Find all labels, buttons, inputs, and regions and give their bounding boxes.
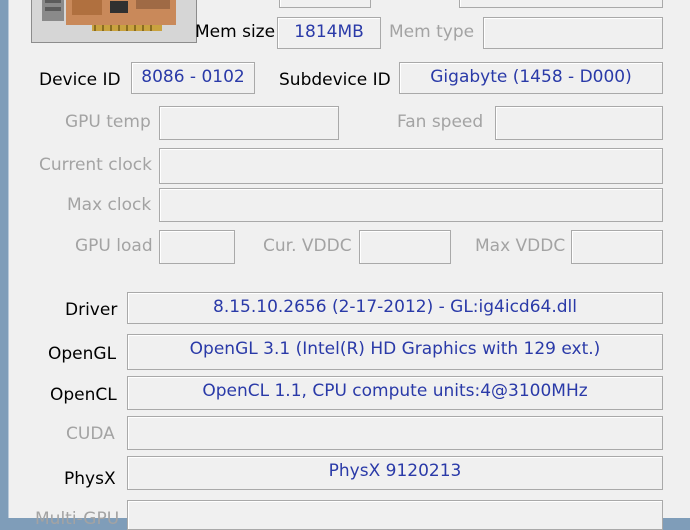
opengl-label: OpenGL xyxy=(48,344,117,364)
current-clock-label: Current clock xyxy=(39,155,152,175)
gpu-temp-field xyxy=(159,106,339,140)
max-vddc-field xyxy=(571,230,663,264)
multi-gpu-label: Multi-GPU xyxy=(35,509,120,529)
opencl-field: OpenCL 1.1, CPU compute units:4@3100MHz xyxy=(127,376,663,410)
driver-label: Driver xyxy=(65,300,118,320)
physx-field: PhysX 9120213 xyxy=(127,456,663,490)
gpu-temp-label: GPU temp xyxy=(65,112,151,132)
gpu-load-label: GPU load xyxy=(75,236,153,256)
opencl-label: OpenCL xyxy=(50,385,117,405)
mem-type-field xyxy=(483,17,663,49)
mem-type-label: Mem type xyxy=(389,22,475,42)
physx-label: PhysX xyxy=(64,469,116,489)
max-vddc-label: Max VDDC xyxy=(475,236,566,256)
cuda-label: CUDA xyxy=(66,424,115,444)
cuda-field xyxy=(127,416,663,450)
cur-vddc-field xyxy=(359,230,451,264)
top-field-1 xyxy=(279,0,371,8)
top-field-2 xyxy=(459,0,663,8)
gpu-load-field xyxy=(159,230,235,264)
driver-field: 8.15.10.2656 (2-17-2012) - GL:ig4icd64.d… xyxy=(127,292,663,324)
device-id-field: 8086 - 0102 xyxy=(131,62,255,94)
subdevice-id-label: Subdevice ID xyxy=(279,70,391,90)
gpu-info-panel: Mem size 1814MB Mem type Device ID 8086 … xyxy=(8,0,690,530)
subdevice-id-field: Gigabyte (1458 - D000) xyxy=(399,62,663,94)
fan-speed-field xyxy=(495,106,663,140)
device-id-label: Device ID xyxy=(39,70,121,90)
fan-speed-label: Fan speed xyxy=(397,112,484,132)
mem-size-label: Mem size xyxy=(195,22,276,42)
cur-vddc-label: Cur. VDDC xyxy=(263,236,352,256)
multi-gpu-field xyxy=(127,500,663,530)
opengl-field: OpenGL 3.1 (Intel(R) HD Graphics with 12… xyxy=(127,334,663,370)
mem-size-field: 1814MB xyxy=(277,17,381,49)
graphics-card-icon xyxy=(31,0,197,43)
current-clock-field xyxy=(159,148,663,184)
max-clock-label: Max clock xyxy=(67,195,152,215)
max-clock-field xyxy=(159,188,663,222)
